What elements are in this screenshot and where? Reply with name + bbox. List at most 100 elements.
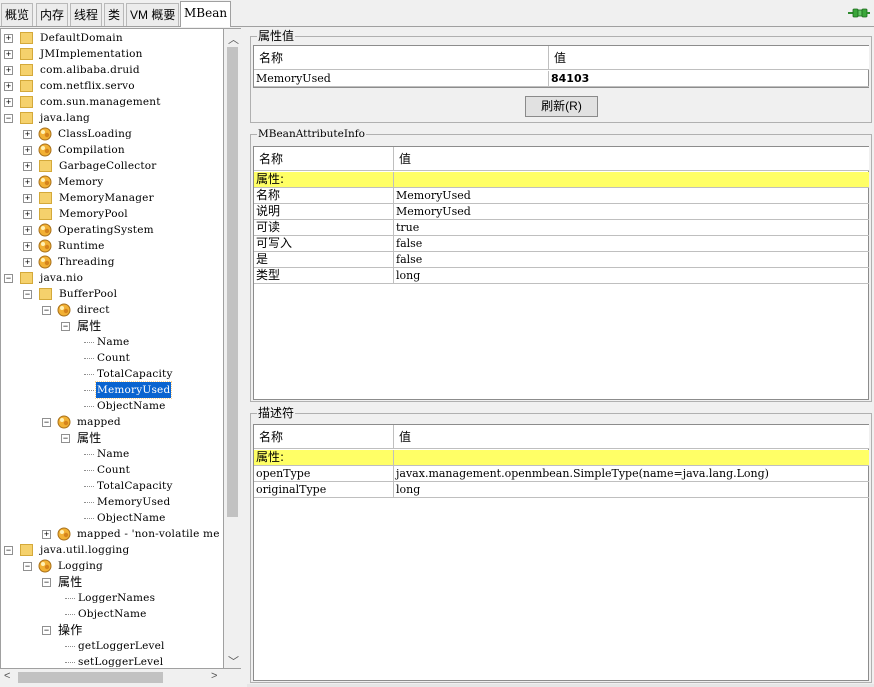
expand-icon[interactable]: + — [23, 242, 32, 251]
tree-node-label-selected[interactable]: MemoryUsed — [94, 381, 173, 399]
expand-icon[interactable]: + — [42, 530, 51, 539]
tree-node-label[interactable]: Memory — [57, 174, 104, 190]
scrollbar-thumb[interactable] — [18, 672, 163, 683]
tree-node-label[interactable]: ObjectName — [77, 606, 148, 622]
mbean-tree[interactable]: + DefaultDomain + JMImplementation + com.alib… — [0, 28, 224, 669]
collapse-icon[interactable]: − — [42, 626, 51, 635]
expand-icon[interactable]: + — [23, 162, 32, 171]
tree-node-label[interactable]: com.netflix.servo — [39, 78, 136, 94]
tree-node[interactable]: setLoggerLevel — [1, 654, 223, 668]
expand-icon[interactable]: + — [4, 66, 13, 75]
expand-icon[interactable]: + — [4, 34, 13, 43]
tree-node[interactable]: + Compilation — [1, 142, 223, 158]
expand-icon[interactable]: + — [23, 226, 32, 235]
tree-node-label[interactable]: BufferPool — [58, 286, 118, 302]
tree-node-label[interactable]: MemoryUsed — [96, 494, 171, 510]
expand-icon[interactable]: + — [23, 258, 32, 267]
scroll-down-icon[interactable]: ﹀ — [228, 653, 239, 669]
tree-node[interactable]: + Threading — [1, 254, 223, 270]
connection-plug-icon[interactable] — [848, 6, 870, 20]
expand-icon[interactable]: + — [23, 194, 32, 203]
tree-node[interactable]: − java.util.logging — [1, 542, 223, 558]
tree-node[interactable]: + OperatingSystem — [1, 222, 223, 238]
tree-node-label[interactable]: getLoggerLevel — [77, 638, 166, 654]
tree-node[interactable]: + com.netflix.servo — [1, 78, 223, 94]
tree-node[interactable]: − BufferPool — [1, 286, 223, 302]
tree-node-label[interactable]: MemoryManager — [58, 190, 155, 206]
tree-node[interactable]: − 属性 — [1, 574, 223, 590]
tree-node-label[interactable]: direct — [76, 302, 111, 318]
expand-icon[interactable]: + — [23, 130, 32, 139]
tree-node[interactable]: ObjectName — [1, 606, 223, 622]
tree-node[interactable]: − 操作 — [1, 622, 223, 638]
tree-node-label[interactable]: ObjectName — [96, 398, 167, 414]
tab-mbean[interactable]: MBean — [180, 1, 232, 27]
tree-node-label[interactable]: JMImplementation — [39, 46, 144, 62]
scroll-up-icon[interactable]: ︿ — [228, 31, 239, 47]
expand-icon[interactable]: + — [4, 98, 13, 107]
expand-icon[interactable]: + — [23, 210, 32, 219]
tree-node-label[interactable]: 属性 — [76, 318, 102, 334]
tree-node[interactable]: − Logging — [1, 558, 223, 574]
tree-node-label[interactable]: ClassLoading — [57, 126, 133, 142]
tree-node[interactable]: Count — [1, 462, 223, 478]
tree-node-label[interactable]: DefaultDomain — [39, 30, 124, 46]
column-header-value[interactable]: 值 — [549, 46, 869, 70]
tree-node-label[interactable]: mapped - 'non-volatile me — [76, 526, 221, 542]
tree-node[interactable]: Count — [1, 350, 223, 366]
tree-node[interactable]: TotalCapacity — [1, 366, 223, 382]
tree-node-label[interactable]: setLoggerLevel — [77, 654, 164, 668]
tab-vm-summary[interactable]: VM 概要 — [126, 3, 180, 26]
tree-node[interactable]: + JMImplementation — [1, 46, 223, 62]
tree-node[interactable]: − java.nio — [1, 270, 223, 286]
tree-node-label[interactable]: java.nio — [39, 270, 84, 286]
tree-node[interactable]: + Memory — [1, 174, 223, 190]
expand-icon[interactable]: + — [23, 178, 32, 187]
collapse-icon[interactable]: − — [42, 578, 51, 587]
tree-node[interactable]: MemoryUsed — [1, 494, 223, 510]
tree-node-label[interactable]: Threading — [57, 254, 116, 270]
tree-node[interactable]: LoggerNames — [1, 590, 223, 606]
tree-node-label[interactable]: java.lang — [39, 110, 91, 126]
tree-node[interactable]: ObjectName — [1, 398, 223, 414]
tab-threads[interactable]: 线程 — [70, 3, 103, 26]
tree-node[interactable]: + ClassLoading — [1, 126, 223, 142]
tree-node[interactable]: + DefaultDomain — [1, 30, 223, 46]
scroll-left-icon[interactable]: < — [4, 670, 10, 682]
tree-node[interactable]: − 属性 — [1, 318, 223, 334]
column-header-name[interactable]: 名称 — [254, 147, 394, 171]
tree-node[interactable]: + com.sun.management — [1, 94, 223, 110]
tree-node-label[interactable]: TotalCapacity — [96, 478, 174, 494]
tree-node[interactable]: getLoggerLevel — [1, 638, 223, 654]
tree-node-label[interactable]: LoggerNames — [77, 590, 156, 606]
tree-node-label[interactable]: 操作 — [57, 622, 83, 638]
collapse-icon[interactable]: − — [4, 274, 13, 283]
tree-node[interactable]: + mapped - 'non-volatile me — [1, 526, 223, 542]
collapse-icon[interactable]: − — [42, 418, 51, 427]
collapse-icon[interactable]: − — [4, 114, 13, 123]
tree-node[interactable]: Name — [1, 334, 223, 350]
tree-node[interactable]: − mapped — [1, 414, 223, 430]
scroll-right-icon[interactable]: > — [211, 670, 217, 682]
tree-node-label[interactable]: 属性 — [76, 430, 102, 446]
tree-node-label[interactable]: Runtime — [57, 238, 106, 254]
tree-node-label[interactable]: mapped — [76, 414, 122, 430]
tree-node-label[interactable]: Logging — [57, 558, 104, 574]
column-header-value[interactable]: 值 — [394, 425, 869, 449]
tree-node[interactable]: − direct — [1, 302, 223, 318]
tab-memory[interactable]: 内存 — [36, 3, 69, 26]
collapse-icon[interactable]: − — [23, 562, 32, 571]
split-pane-divider[interactable] — [241, 28, 247, 687]
expand-icon[interactable]: + — [4, 50, 13, 59]
tree-node-label[interactable]: MemoryPool — [58, 206, 129, 222]
tree-horizontal-scrollbar[interactable]: < > — [0, 668, 241, 685]
column-header-name[interactable]: 名称 — [254, 425, 394, 449]
tree-node[interactable]: Name — [1, 446, 223, 462]
tree-node-label[interactable]: Count — [96, 462, 131, 478]
tab-classes[interactable]: 类 — [104, 3, 125, 26]
tree-node-label[interactable]: Count — [96, 350, 131, 366]
tree-node[interactable]: + Runtime — [1, 238, 223, 254]
expand-icon[interactable]: + — [23, 146, 32, 155]
scrollbar-thumb[interactable] — [227, 47, 238, 517]
tree-node[interactable]: + MemoryPool — [1, 206, 223, 222]
